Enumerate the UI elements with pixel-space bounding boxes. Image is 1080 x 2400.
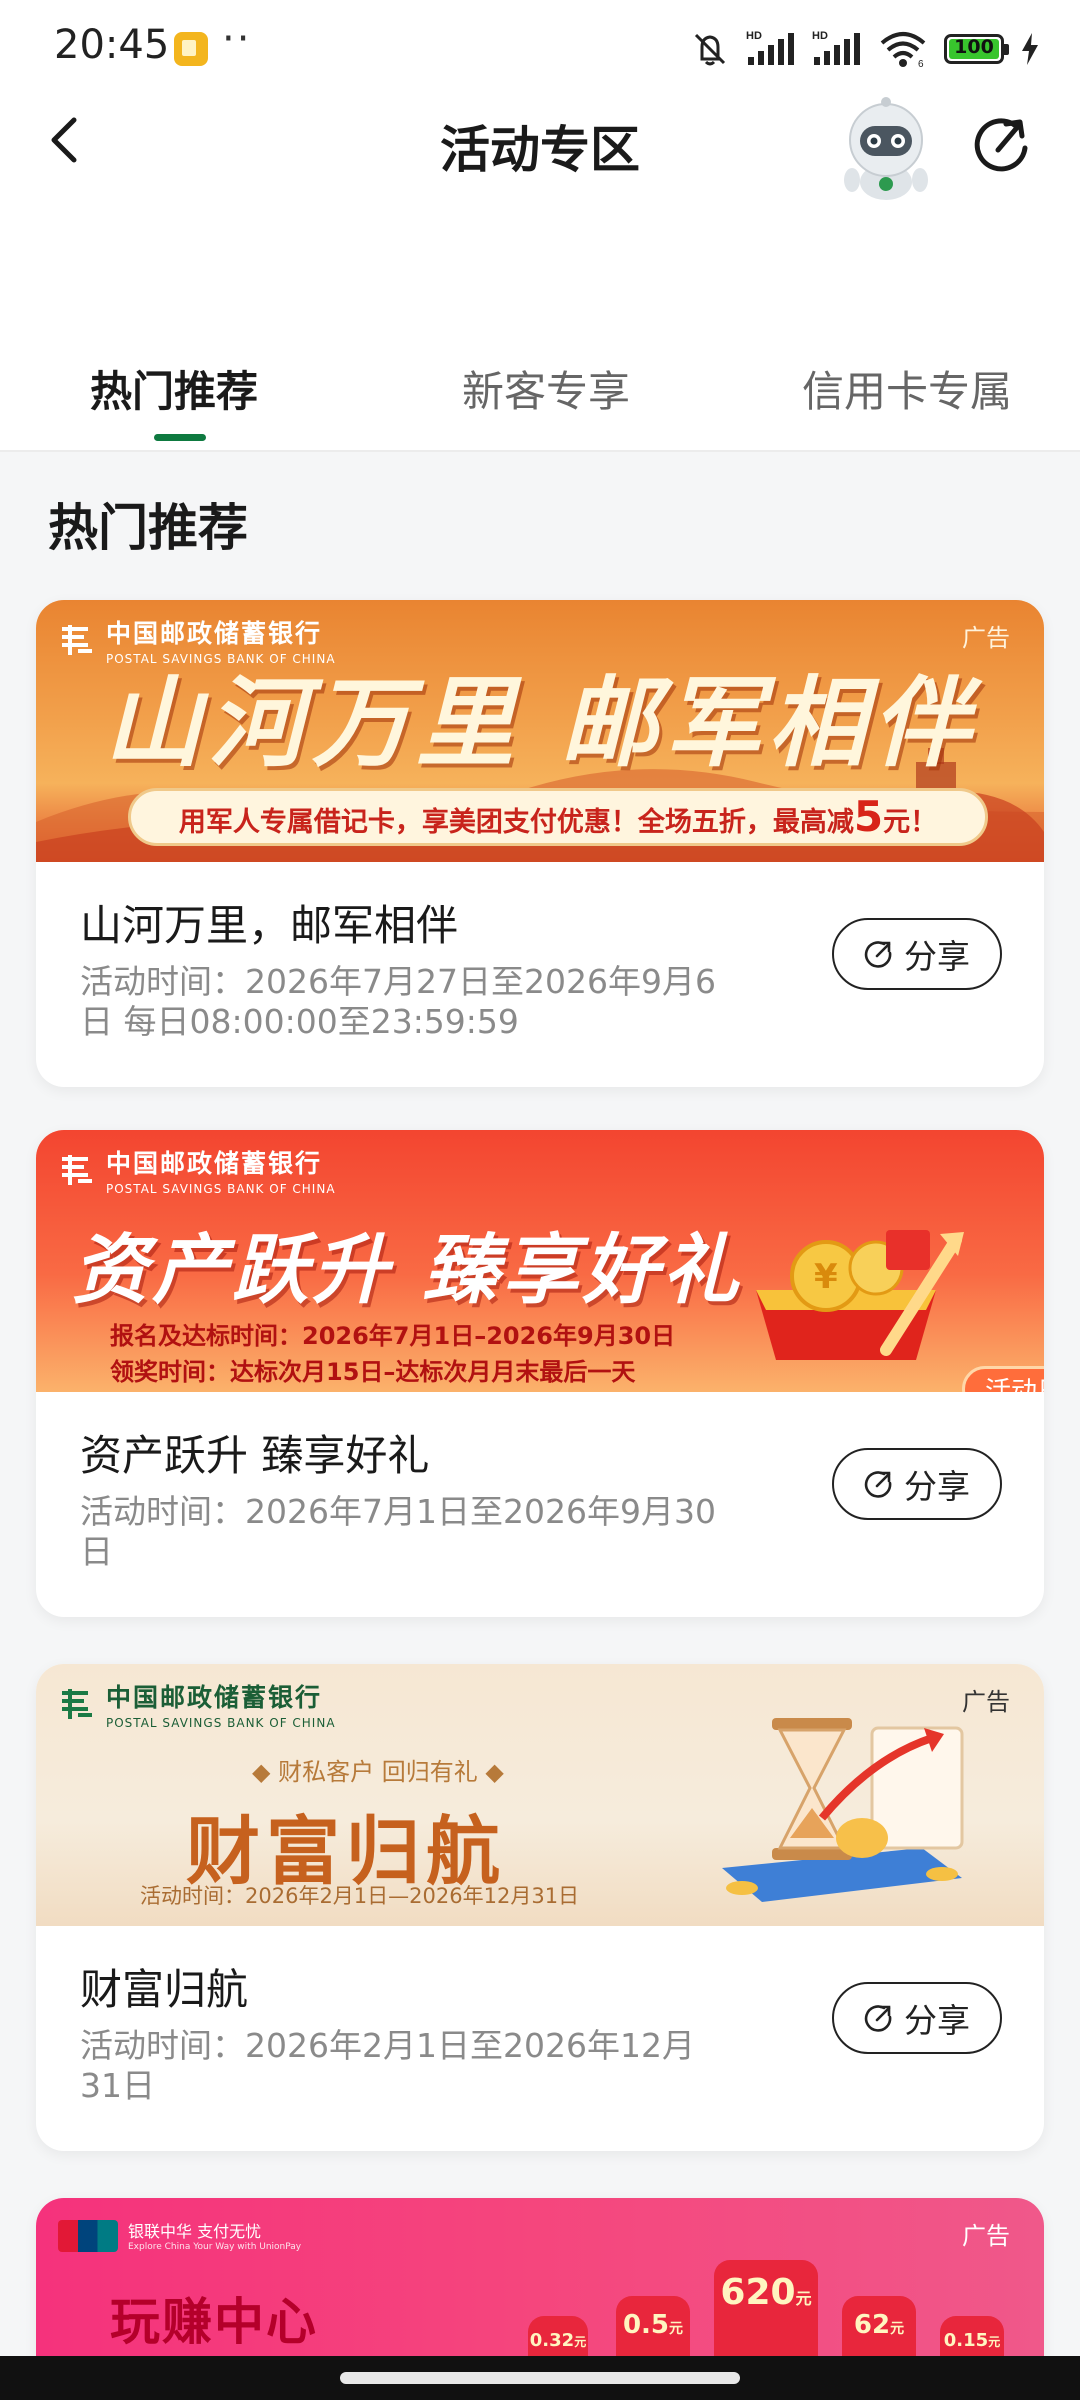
svg-text:6: 6 xyxy=(918,59,924,69)
packet-value: 0.5 xyxy=(622,2310,670,2340)
activity-card[interactable]: 中国邮政储蓄银行 POSTAL SAVINGS BANK OF CHINA 资产… xyxy=(36,1130,1044,1617)
banner-headline: 山河万里 邮军相伴 xyxy=(103,666,977,781)
battery-level: 100 xyxy=(954,36,994,58)
share-icon xyxy=(864,1471,892,1498)
tab-bar: 热门推荐 新客专享 信用卡专属 xyxy=(0,346,1080,452)
robot-assistant-icon[interactable] xyxy=(838,96,934,200)
svg-text:HD: HD xyxy=(812,30,828,42)
packet-unit: 元 xyxy=(574,2335,587,2349)
activity-title: 山河万里，邮军相伴 xyxy=(80,901,459,950)
share-button[interactable]: 分享 xyxy=(832,1982,1002,2054)
share-label: 分享 xyxy=(904,2001,970,2040)
activity-banner[interactable]: 中国邮政储蓄银行 POSTAL SAVINGS BANK OF CHINA 广告… xyxy=(36,1664,1044,1926)
tab-hot-recommend[interactable]: 热门推荐 xyxy=(90,358,258,419)
share-button[interactable]: 分享 xyxy=(832,1448,1002,1520)
packet-value: 0.15 xyxy=(943,2330,989,2351)
activity-banner[interactable]: 中国邮政储蓄银行 POSTAL SAVINGS BANK OF CHINA 广告… xyxy=(36,600,1044,862)
activity-time: 活动时间：2026年7月27日至2026年9月6日 每日08:00:00至23:… xyxy=(80,962,716,1041)
packet-unit: 元 xyxy=(795,2289,812,2308)
packet-value: 0.32 xyxy=(529,2330,575,2351)
activity-title: 资产跃升 臻享好礼 xyxy=(80,1431,430,1480)
tab-credit-card[interactable]: 信用卡专属 xyxy=(802,358,1012,419)
packet-unit: 元 xyxy=(890,2321,905,2337)
svg-text:HD: HD xyxy=(746,30,762,42)
gift-chest-illustration: ¥ xyxy=(756,1230,964,1360)
hourglass-illustration xyxy=(722,1718,964,1902)
slogan-cn: 银联中华 支付无忧 xyxy=(128,2222,262,2241)
battery-icon: 100 xyxy=(944,34,1009,64)
svg-text:¥: ¥ xyxy=(814,1257,838,1297)
packet-value: 62 xyxy=(853,2310,891,2340)
activity-title: 财富归航 xyxy=(80,1965,249,2014)
charging-icon xyxy=(1020,31,1040,67)
share-icon xyxy=(864,941,892,968)
psbc-logo-icon xyxy=(62,1689,92,1719)
share-button[interactable]: 分享 xyxy=(832,918,1002,990)
share-label: 分享 xyxy=(904,937,970,976)
bank-name-en: POSTAL SAVINGS BANK OF CHINA xyxy=(106,1182,336,1196)
signal-hd-icon: HD xyxy=(746,29,796,69)
banner-reward-time: 领奖时间：达标次月15日–达标次月月末最后一天 xyxy=(110,1358,636,1386)
activity-time: 活动时间：2026年2月1日至2026年12月31日 xyxy=(80,2026,695,2105)
promo-text: 用军人专属借记卡，享美团支付优惠！全场五折，最高减 xyxy=(178,807,854,838)
tab-new-customer[interactable]: 新客专享 xyxy=(462,358,630,419)
tab-active-indicator xyxy=(154,434,206,441)
gesture-navigation-bar xyxy=(0,2356,1080,2400)
home-indicator[interactable] xyxy=(340,2372,740,2384)
wifi-icon: 6 xyxy=(878,29,928,69)
nav-bar: 活动专区 xyxy=(0,96,1080,346)
banner-subtitle: ◆ 财私客户 回归有礼 ◆ xyxy=(252,1758,504,1786)
refresh-button[interactable] xyxy=(970,112,1036,178)
activity-time: 活动时间：2026年7月1日至2026年9月30日 xyxy=(80,1492,716,1571)
ad-tag: 广告 xyxy=(962,2222,1010,2250)
share-label: 分享 xyxy=(904,1467,970,1506)
status-bar: 20:45 ·· HD HD 6 100 xyxy=(0,0,1080,96)
bank-name-cn: 中国邮政储蓄银行 xyxy=(106,1683,323,1712)
bell-off-icon xyxy=(690,29,730,69)
app-notification-icon xyxy=(174,32,208,66)
slogan-en: Explore China Your Way with UnionPay xyxy=(128,2242,302,2252)
bank-name-cn: 中国邮政储蓄银行 xyxy=(106,1149,323,1178)
activity-day-badge[interactable]: 活动日 xyxy=(962,1366,1044,1392)
refresh-icon xyxy=(974,118,1028,172)
activity-card[interactable]: 中国邮政储蓄银行 POSTAL SAVINGS BANK OF CHINA 广告… xyxy=(36,600,1044,1087)
promo-amount: 5 xyxy=(853,792,884,841)
bank-name-en: POSTAL SAVINGS BANK OF CHINA xyxy=(106,1716,336,1730)
banner-slogan: 银联中华 支付无忧 Explore China Your Way with Uni… xyxy=(128,2218,301,2252)
activity-banner[interactable]: 中国邮政储蓄银行 POSTAL SAVINGS BANK OF CHINA 资产… xyxy=(36,1130,1044,1392)
bank-logo: 中国邮政储蓄银行 POSTAL SAVINGS BANK OF CHINA xyxy=(58,1144,336,1196)
promo-unit: 元！ xyxy=(883,807,938,838)
banner-promo-pill: 用军人专属借记卡，享美团支付优惠！全场五折，最高减5元！ xyxy=(128,788,988,846)
banner-date: 活动时间：2026年2月1日—2026年12月31日 xyxy=(140,1884,580,1908)
share-icon xyxy=(864,2005,892,2032)
more-notifications-icon: ·· xyxy=(222,16,252,62)
packet-value: 620 xyxy=(720,2272,796,2313)
section-title: 热门推荐 xyxy=(48,499,248,557)
packet-unit: 元 xyxy=(988,2335,1001,2349)
packet-unit: 元 xyxy=(669,2321,684,2337)
signal-hd-icon: HD xyxy=(812,29,862,69)
bank-logo: 中国邮政储蓄银行 POSTAL SAVINGS BANK OF CHINA xyxy=(58,1678,336,1730)
banner-signup-time: 报名及达标时间：2026年7月1日–2026年9月30日 xyxy=(110,1322,676,1350)
unionpay-logo-icon xyxy=(58,2220,118,2252)
banner-headline: 资产跃升 臻享好礼 xyxy=(72,1225,743,1314)
status-time: 20:45 xyxy=(54,22,170,68)
psbc-logo-icon xyxy=(62,1155,92,1185)
activity-card[interactable]: 中国邮政储蓄银行 POSTAL SAVINGS BANK OF CHINA 广告… xyxy=(36,1664,1044,2151)
